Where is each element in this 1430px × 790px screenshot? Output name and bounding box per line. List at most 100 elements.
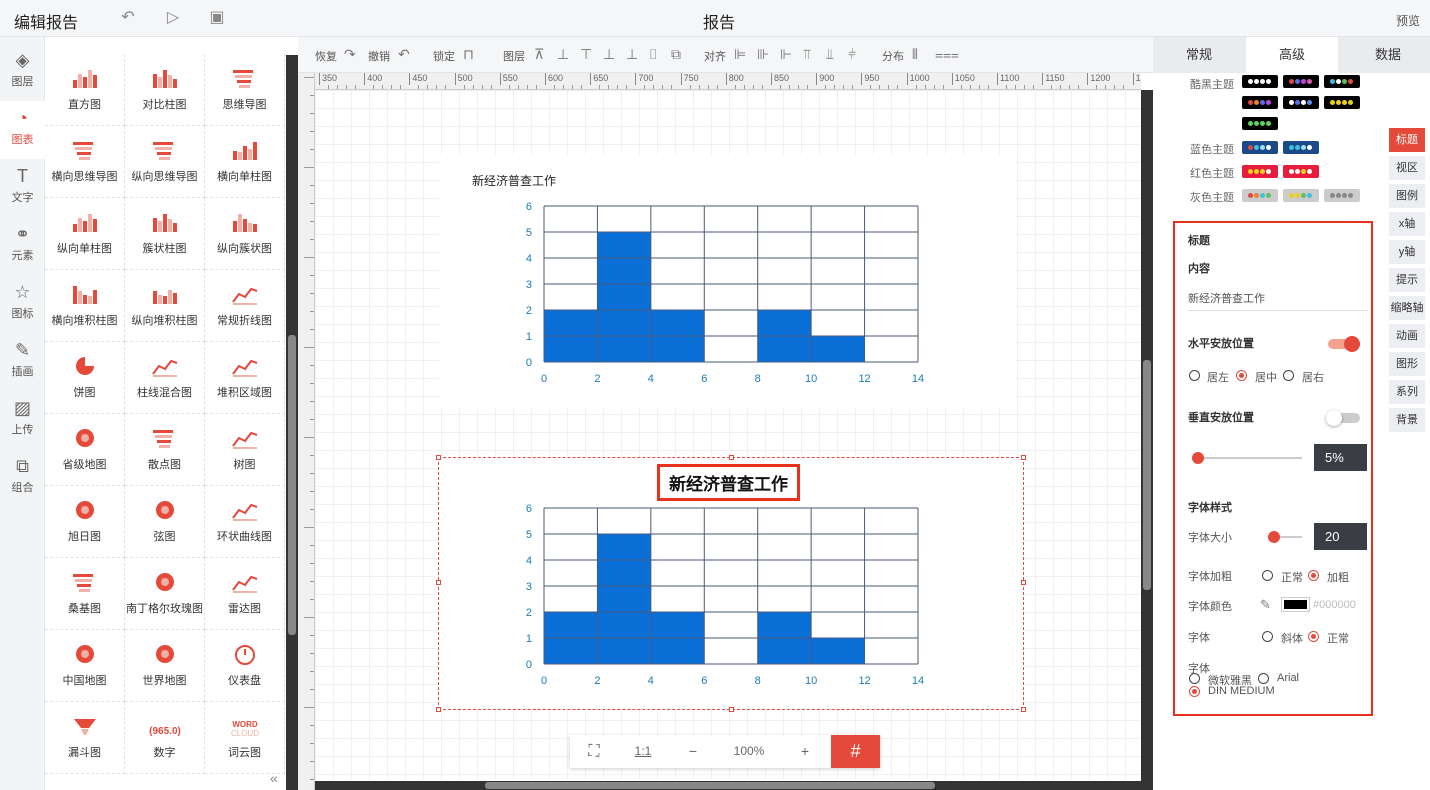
palette-item[interactable]: 横向思维导图 [45, 126, 125, 198]
h-right-radio[interactable] [1283, 370, 1294, 381]
palette-item[interactable]: 横向堆积柱图 [45, 270, 125, 342]
canvas-v-scrollbar[interactable] [1141, 90, 1153, 790]
side-tab[interactable]: 视区 [1389, 156, 1425, 181]
left-tab-pie-chart[interactable]: ◔ 图表 [0, 101, 45, 159]
redo-button[interactable]: 恢复 [315, 48, 337, 64]
redo-icon[interactable]: ↷ [344, 46, 356, 63]
left-tab-text[interactable]: T 文字 [0, 159, 45, 217]
theme-swatch[interactable] [1242, 189, 1278, 202]
distribute-h-icon[interactable]: ⫴ [912, 46, 918, 63]
theme-swatch[interactable] [1324, 96, 1360, 109]
theme-swatch[interactable] [1283, 189, 1319, 202]
palette-item[interactable]: 常规折线图 [205, 270, 285, 342]
copy-icon[interactable]: ⧉ [671, 46, 681, 63]
italic-normal-radio[interactable] [1308, 631, 1319, 642]
undo-icon[interactable]: ↶ [398, 46, 410, 63]
tab-data[interactable]: 数据 [1342, 37, 1430, 73]
side-tab[interactable]: y轴 [1389, 240, 1425, 265]
palette-item[interactable]: 雷达图 [205, 558, 285, 630]
align-left-icon[interactable]: ⊫ [734, 46, 746, 63]
chart-widget-1[interactable]: 新经济普查工作 0 1 2 3 4 5 6 0 2 4 6 8 10 12 14 [439, 154, 1015, 408]
palette-item[interactable]: 弦图 [125, 486, 205, 558]
palette-item[interactable]: 漏斗图 [45, 702, 125, 774]
theme-swatch[interactable] [1242, 141, 1278, 154]
italic-radio[interactable] [1262, 631, 1273, 642]
palette-item[interactable]: 柱线混合图 [125, 342, 205, 414]
undo-icon[interactable]: ↶ [118, 8, 138, 28]
palette-item[interactable]: 旭日图 [45, 486, 125, 558]
zoom-out-button[interactable]: − [668, 735, 718, 768]
palette-item[interactable]: WORD CLOUD 词云图 [205, 702, 285, 774]
undo-button[interactable]: 撤销 [368, 48, 390, 64]
collapse-icon[interactable]: « [270, 770, 278, 786]
theme-swatch[interactable] [1283, 141, 1319, 154]
selection-box[interactable] [438, 457, 1024, 710]
palette-item[interactable]: 纵向簇状图 [205, 198, 285, 270]
palette-item[interactable]: 思维导图 [205, 54, 285, 126]
align-bottom-icon[interactable]: ⫩ [848, 46, 856, 63]
resize-handle[interactable] [1021, 580, 1026, 585]
palette-item[interactable]: 散点图 [125, 414, 205, 486]
scrollbar-thumb[interactable] [1143, 360, 1151, 590]
palette-item[interactable]: 桑基图 [45, 558, 125, 630]
palette-item[interactable]: 世界地图 [125, 630, 205, 702]
resize-handle[interactable] [1021, 707, 1026, 712]
palette-item[interactable]: 横向单柱图 [205, 126, 285, 198]
v-position-slider[interactable] [1198, 457, 1302, 459]
palette-item[interactable]: 树图 [205, 414, 285, 486]
align-center-icon[interactable]: ⊪ [757, 46, 769, 63]
toggle-knob[interactable] [1326, 410, 1342, 426]
theme-swatch[interactable] [1283, 96, 1319, 109]
actual-size-button[interactable]: 1:1 [618, 735, 668, 768]
bold-bold-radio[interactable] [1308, 570, 1319, 581]
theme-swatch[interactable] [1324, 189, 1360, 202]
fit-screen-icon[interactable]: ⛶ [570, 735, 618, 768]
side-tab[interactable]: 图形 [1389, 352, 1425, 377]
scrollbar-thumb[interactable] [288, 335, 296, 635]
left-tab-shapes[interactable]: ⚭ 元素 [0, 217, 45, 275]
bring-top-icon[interactable]: ⊤ [580, 46, 592, 63]
tab-advanced[interactable]: 高级 [1246, 37, 1338, 73]
send-bottom-icon[interactable]: ⊥ [626, 46, 638, 63]
theme-swatch[interactable] [1242, 96, 1278, 109]
h-center-radio[interactable] [1236, 370, 1247, 381]
resize-handle[interactable] [729, 455, 734, 460]
tab-general[interactable]: 常规 [1153, 37, 1245, 73]
family-arial-radio[interactable] [1258, 673, 1269, 684]
palette-item[interactable]: 环状曲线图 [205, 486, 285, 558]
toggle-knob[interactable] [1344, 336, 1360, 352]
side-tab[interactable]: 系列 [1389, 380, 1425, 405]
theme-swatch[interactable] [1242, 117, 1278, 130]
side-tab[interactable]: 背景 [1389, 408, 1425, 433]
eyedropper-icon[interactable]: ✎ [1260, 597, 1271, 613]
palette-item[interactable]: 中国地图 [45, 630, 125, 702]
title-content-input[interactable]: 新经济普查工作 [1188, 290, 1368, 311]
align-right-icon[interactable]: ⊩ [780, 46, 792, 63]
palette-item[interactable]: 直方图 [45, 54, 125, 126]
distribute-v-icon[interactable]: ⩶ [935, 46, 959, 63]
slider-handle[interactable] [1192, 452, 1204, 464]
palette-item[interactable]: (965.0) 数字 [125, 702, 205, 774]
slider-handle[interactable] [1268, 531, 1280, 543]
resize-handle[interactable] [436, 707, 441, 712]
family-yahei-radio[interactable] [1189, 673, 1200, 684]
bold-normal-radio[interactable] [1262, 570, 1273, 581]
palette-item[interactable]: 纵向堆积柱图 [125, 270, 205, 342]
palette-item[interactable]: 对比柱图 [125, 54, 205, 126]
palette-item[interactable]: 纵向思维导图 [125, 126, 205, 198]
side-tab[interactable]: 提示 [1389, 268, 1425, 293]
left-tab-star[interactable]: ☆ 图标 [0, 275, 45, 333]
layer-tree-icon[interactable]: ⊼ [534, 46, 544, 63]
palette-item[interactable]: 南丁格尔玫瑰图 [125, 558, 205, 630]
resize-handle[interactable] [1021, 455, 1026, 460]
family-din-radio[interactable] [1189, 686, 1200, 697]
lock-icon[interactable]: ⊓ [463, 46, 474, 63]
align-middle-icon[interactable]: ⫫ [826, 46, 834, 63]
scrollbar-thumb[interactable] [485, 782, 935, 789]
left-tab-layers[interactable]: ◈ 图层 [0, 43, 45, 101]
theme-swatch[interactable] [1283, 75, 1319, 88]
resize-handle[interactable] [436, 455, 441, 460]
left-tab-group[interactable]: ⧉ 组合 [0, 449, 45, 507]
font-color-swatch[interactable] [1281, 597, 1310, 612]
side-tab[interactable]: x轴 [1389, 212, 1425, 237]
